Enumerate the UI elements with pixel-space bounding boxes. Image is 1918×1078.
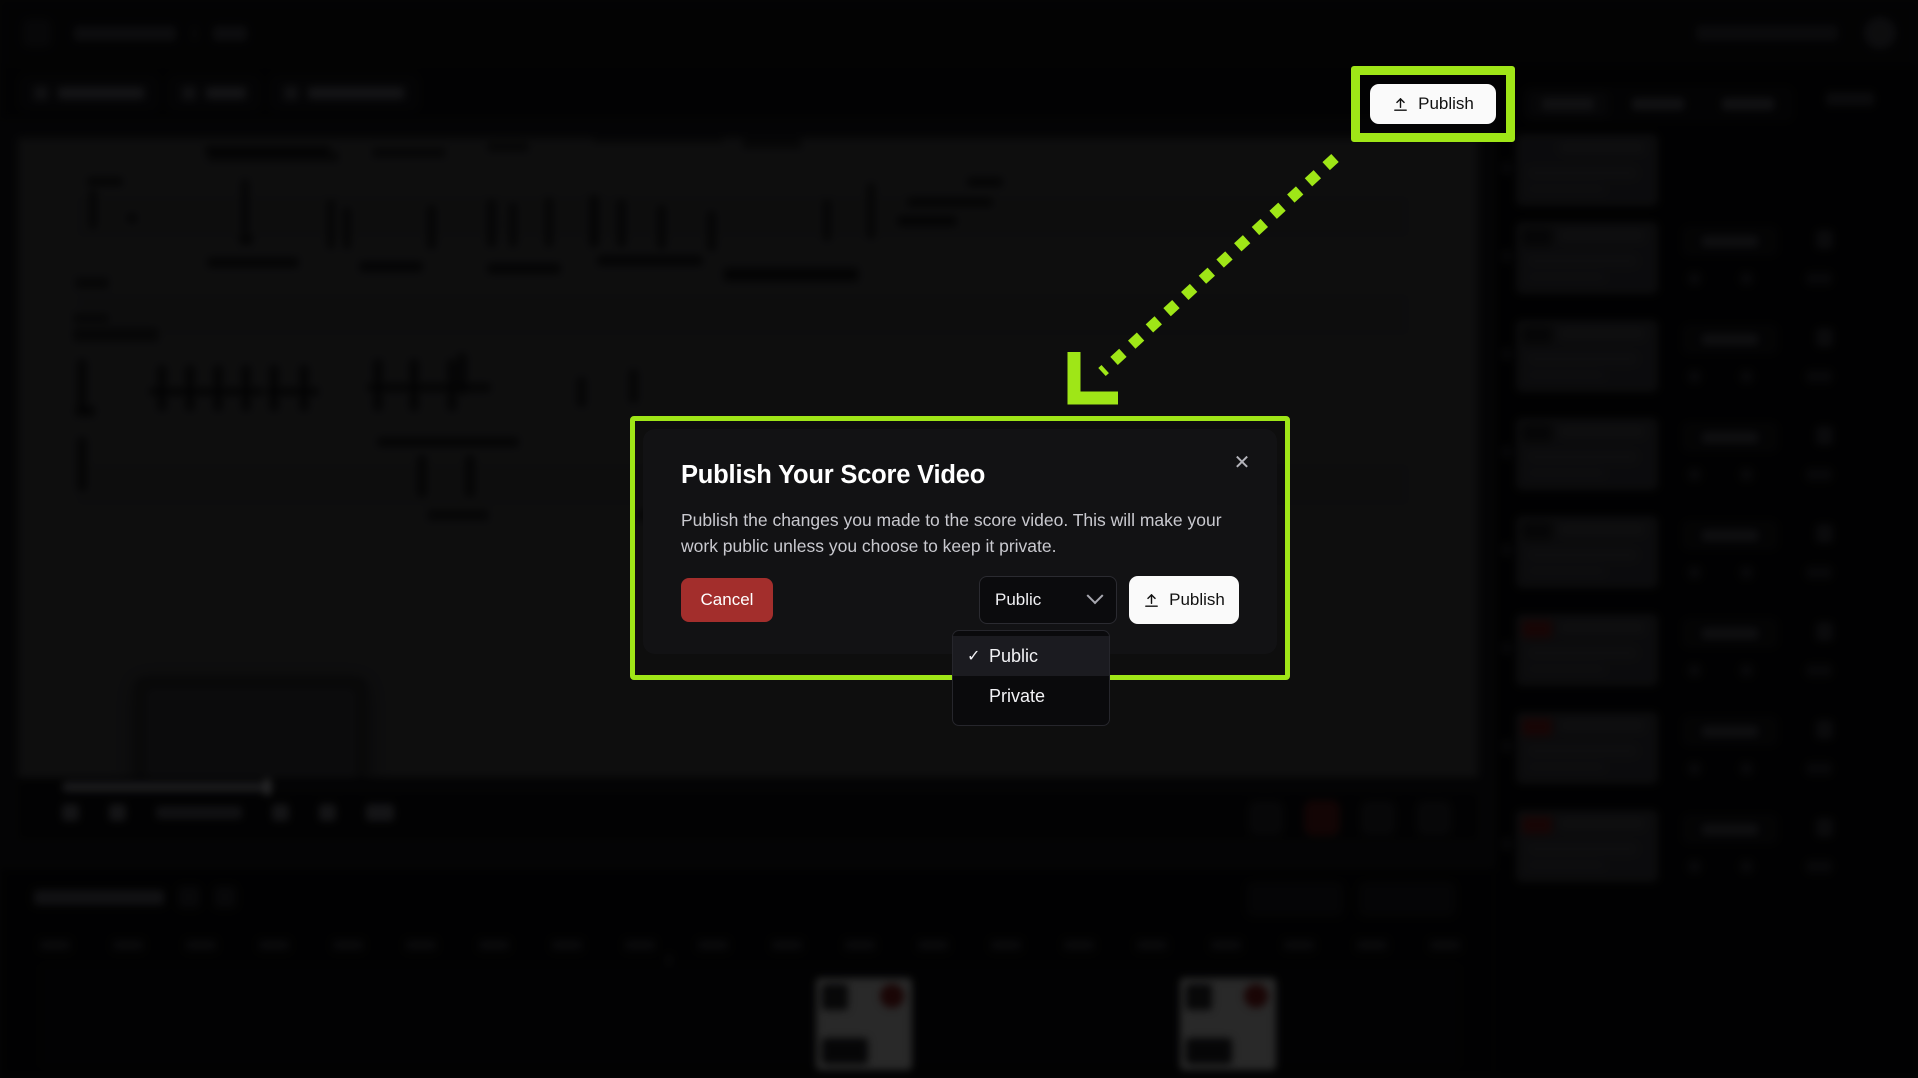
visibility-option-public-label: Public xyxy=(989,645,1039,666)
modal-description: Publish the changes you made to the scor… xyxy=(681,510,1222,556)
modal-title: Publish Your Score Video xyxy=(681,461,986,489)
publish-modal: Publish Your Score Video Publish the cha… xyxy=(643,429,1277,654)
visibility-option-public[interactable]: ✓ Public xyxy=(953,636,1109,676)
close-icon[interactable]: ✕ xyxy=(1229,449,1255,475)
publish-confirm-label: Publish xyxy=(1169,590,1225,609)
visibility-dropdown-menu: ✓ Public Private xyxy=(952,630,1110,726)
visibility-group: Public Publish xyxy=(979,576,1239,624)
check-icon: ✓ xyxy=(967,648,981,665)
publish-button-label: Publish xyxy=(1418,94,1474,113)
visibility-selected-value: Public xyxy=(995,590,1042,609)
visibility-option-private-label: Private xyxy=(989,685,1046,706)
cancel-button[interactable]: Cancel xyxy=(681,578,773,622)
modal-action-row: Cancel Public Publish xyxy=(681,576,1239,624)
publish-confirm-button[interactable]: Publish xyxy=(1129,576,1239,624)
upload-icon xyxy=(1394,97,1407,111)
visibility-select[interactable]: Public xyxy=(979,576,1117,624)
visibility-option-private[interactable]: Private xyxy=(953,676,1109,716)
publish-button[interactable]: Publish xyxy=(1370,84,1496,124)
upload-icon xyxy=(1145,593,1158,607)
chevron-down-icon xyxy=(1086,587,1104,605)
application-window: Publish Your Score Video Publish the cha… xyxy=(0,0,1918,1078)
